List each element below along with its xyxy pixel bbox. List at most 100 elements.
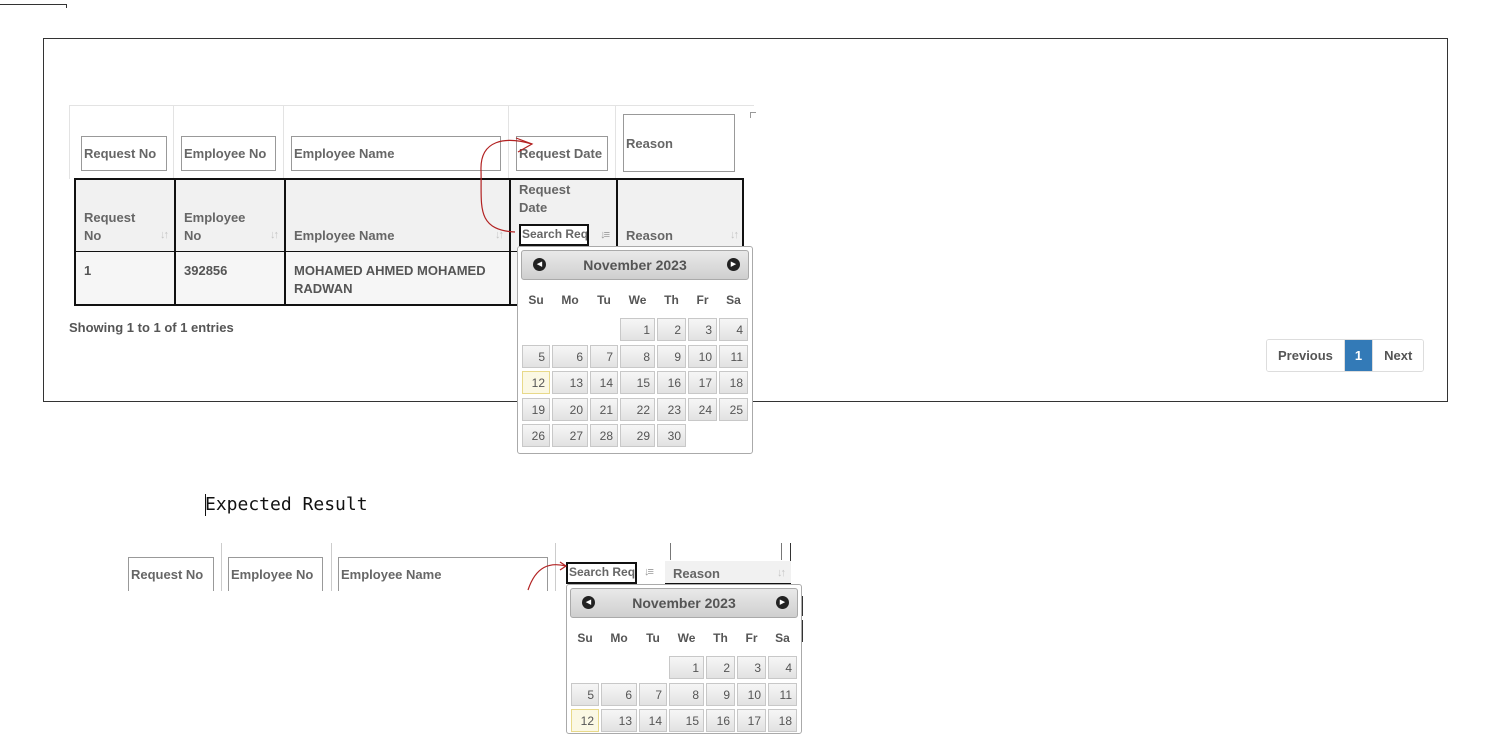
- calendar-day-2[interactable]: 2: [657, 318, 686, 341]
- sort-icon: ↓↑: [730, 229, 739, 241]
- expected-employee-name-input[interactable]: Employee Name: [338, 557, 548, 591]
- calendar-day-22[interactable]: 22: [620, 397, 655, 421]
- sort-icon: ↓↑: [270, 229, 279, 241]
- calendar-day-27[interactable]: 27: [552, 424, 588, 447]
- expected-column-divider: [331, 543, 332, 591]
- weekday-label: Th: [713, 631, 728, 645]
- calendar-day-10[interactable]: 10: [737, 682, 766, 706]
- calendar-day-5[interactable]: 5: [522, 344, 550, 368]
- calendar-day-28[interactable]: 28: [590, 424, 618, 447]
- calendar-day-25[interactable]: 25: [719, 397, 748, 421]
- weekday-label: We: [677, 631, 696, 645]
- expected-column-divider: [781, 543, 782, 560]
- calendar-day-9[interactable]: 9: [657, 344, 686, 368]
- expected-result-title: Expected Result: [205, 494, 368, 515]
- calendar-day-7[interactable]: 7: [639, 682, 667, 706]
- column-header-label: Reason: [626, 228, 673, 243]
- datepicker-month-title: November 2023: [583, 257, 687, 273]
- calendar-day-11[interactable]: 11: [719, 344, 748, 368]
- annotation-arrow: [480, 137, 534, 233]
- expected-annotation-arrow: [527, 561, 568, 591]
- calendar-day-16[interactable]: 16: [706, 709, 735, 732]
- calendar-day-15[interactable]: 15: [620, 371, 655, 394]
- calendar-day-17[interactable]: 17: [688, 371, 717, 394]
- calendar-day-23[interactable]: 23: [657, 397, 686, 421]
- weekday-label: Tu: [646, 631, 660, 645]
- weekday-label: Mo: [610, 631, 628, 645]
- calendar-day-9[interactable]: 9: [706, 682, 735, 706]
- reason-filter-input[interactable]: Reason: [623, 114, 735, 172]
- column-header-label: Employee Name: [294, 228, 395, 243]
- filter-cell-reason: Reason: [615, 106, 755, 179]
- calendar-day-20[interactable]: 20: [552, 397, 588, 421]
- column-header-reason[interactable]: Reason ↓↑: [618, 180, 744, 251]
- next-month-icon[interactable]: ▶: [727, 258, 740, 271]
- prev-month-icon[interactable]: ◀: [533, 258, 546, 271]
- filter-cell-employee-no: Employee No: [173, 106, 284, 179]
- expected-search-input[interactable]: Search Req: [566, 562, 637, 584]
- weekday-label: Fr: [696, 293, 709, 307]
- cell-employee-no: 392856: [176, 252, 286, 304]
- sort-icon: ↓↑: [160, 229, 169, 241]
- calendar-day-8[interactable]: 8: [620, 344, 655, 368]
- expected-column-divider: [670, 543, 671, 560]
- next-page-button[interactable]: Next: [1372, 340, 1424, 371]
- expected-reason-header[interactable]: Reason ↓↑: [665, 561, 791, 585]
- expected-employee-no-input[interactable]: Employee No: [228, 557, 323, 591]
- sort-active-icon: ↓≡: [600, 229, 610, 241]
- calendar-day-21[interactable]: 21: [590, 397, 618, 421]
- datepicker-header: November 2023 ◀ ▶: [521, 250, 749, 280]
- calendar-day-16[interactable]: 16: [657, 371, 686, 394]
- calendar-day-12[interactable]: 12: [571, 709, 599, 732]
- cell-text: MOHAMED AHMED MOHAMED RADWAN: [294, 263, 486, 296]
- calendar-day-18[interactable]: 18: [719, 371, 748, 394]
- calendar-day-10[interactable]: 10: [688, 344, 717, 368]
- calendar-day-1[interactable]: 1: [669, 656, 704, 679]
- request-no-filter-input[interactable]: Request No: [81, 136, 167, 171]
- expected-clipped-edge: [802, 596, 803, 616]
- calendar-day-4[interactable]: 4: [719, 318, 748, 341]
- calendar-day-18[interactable]: 18: [768, 709, 797, 732]
- expected-datepicker-month-title: November 2023: [632, 595, 736, 611]
- calendar-day-7[interactable]: 7: [590, 344, 618, 368]
- cell-request-no: 1: [76, 252, 176, 304]
- calendar-day-11[interactable]: 11: [768, 682, 797, 706]
- column-header-employee-no[interactable]: Employee No ↓↑: [176, 180, 286, 251]
- expected-datepicker-popup: November 2023 ◀ ▶ Su Mo Tu We Th Fr Sa 1 2 3 4 5 6 7 8…: [566, 584, 802, 734]
- calendar-day-15[interactable]: 15: [669, 709, 704, 732]
- clipped-edge: [753, 262, 757, 272]
- calendar-day-8[interactable]: 8: [669, 682, 704, 706]
- calendar-day-6[interactable]: 6: [601, 682, 637, 706]
- calendar-day-14[interactable]: 14: [639, 709, 667, 732]
- calendar-day-13[interactable]: 13: [601, 709, 637, 732]
- next-month-icon[interactable]: ▶: [776, 596, 789, 609]
- weekday-label: Th: [664, 293, 679, 307]
- column-header-label: Employee No: [184, 210, 246, 243]
- calendar-day-17[interactable]: 17: [737, 709, 766, 732]
- calendar-day-30[interactable]: 30: [657, 424, 686, 447]
- employee-no-filter-input[interactable]: Employee No: [181, 136, 276, 171]
- previous-page-button[interactable]: Previous: [1267, 340, 1344, 371]
- weekday-label: Fr: [745, 631, 758, 645]
- prev-month-icon[interactable]: ◀: [582, 596, 595, 609]
- calendar-day-26[interactable]: 26: [522, 424, 550, 447]
- weekday-label: Sa: [726, 293, 741, 307]
- datepicker-popup: November 2023 ◀ ▶ Su Mo Tu We Th Fr Sa 1 2 3 4 5 6 7 8…: [517, 246, 753, 454]
- expected-request-no-input[interactable]: Request No: [128, 557, 214, 591]
- calendar-day-2[interactable]: 2: [706, 656, 735, 679]
- calendar-day-4[interactable]: 4: [768, 656, 797, 679]
- calendar-day-6[interactable]: 6: [552, 344, 588, 368]
- page-1-button[interactable]: 1: [1343, 340, 1373, 371]
- calendar-day-14[interactable]: 14: [590, 371, 618, 394]
- filter-cell-request-no: Request No: [69, 106, 174, 179]
- column-header-request-no[interactable]: Request No ↓↑: [76, 180, 176, 251]
- calendar-day-5[interactable]: 5: [571, 682, 599, 706]
- calendar-day-3[interactable]: 3: [737, 656, 766, 679]
- calendar-day-1[interactable]: 1: [620, 318, 655, 341]
- calendar-day-19[interactable]: 19: [522, 397, 550, 421]
- calendar-day-24[interactable]: 24: [688, 397, 717, 421]
- calendar-day-29[interactable]: 29: [620, 424, 655, 447]
- calendar-day-12[interactable]: 12: [522, 371, 550, 394]
- calendar-day-3[interactable]: 3: [688, 318, 717, 341]
- calendar-day-13[interactable]: 13: [552, 371, 588, 394]
